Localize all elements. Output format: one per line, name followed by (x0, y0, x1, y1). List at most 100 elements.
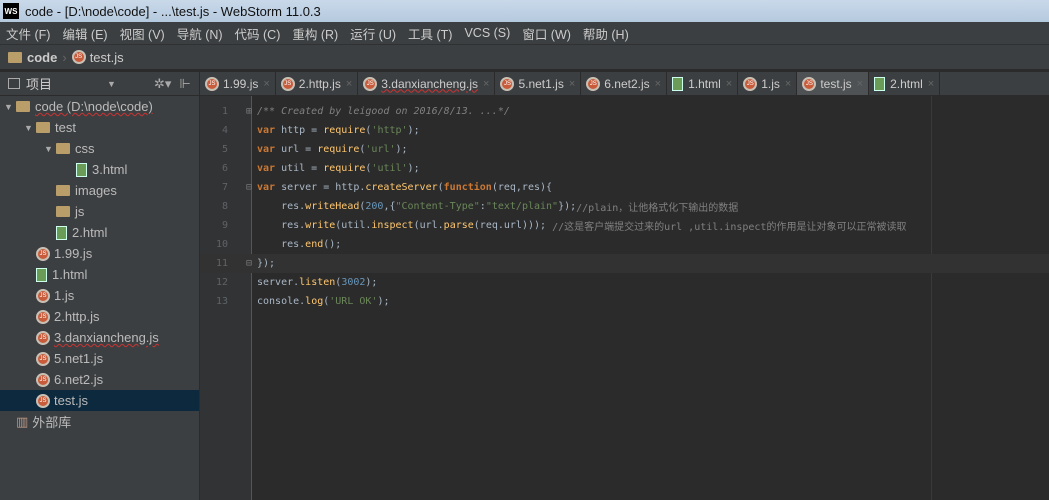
menu-item[interactable]: 重构 (R) (292, 24, 338, 43)
tree-item[interactable]: ▥ 外部库 (0, 411, 199, 432)
tree-item[interactable]: ▼ code (D:\node\code) (0, 96, 199, 117)
close-icon[interactable]: × (569, 78, 575, 90)
code-token: listen (299, 277, 336, 288)
tab-5-net1-js[interactable]: JS 5.net1.js × (495, 72, 582, 95)
breadcrumb-separator-icon: › (62, 49, 67, 65)
title-bar: WS code - [D:\node\code] - ...\test.js -… (0, 0, 1049, 22)
window-title: code - [D:\node\code] - ...\test.js - We… (25, 3, 321, 19)
tree-item[interactable]: JS 3.danxiancheng.js (0, 327, 199, 348)
expand-arrow-icon[interactable]: ▼ (4, 102, 16, 112)
code-token: util = (275, 163, 324, 174)
close-icon[interactable]: × (483, 78, 489, 90)
breadcrumb-file[interactable]: test.js (90, 50, 124, 65)
menu-item[interactable]: 导航 (N) (177, 24, 223, 43)
close-icon[interactable]: × (928, 78, 934, 90)
code-line: 4 var http = require('http'); (200, 121, 1049, 140)
project-view-icon (8, 78, 20, 89)
gear-icon[interactable]: ✲▾ (154, 76, 171, 92)
tree-item[interactable]: 2.html (0, 222, 199, 243)
tab-2-html[interactable]: 2.html × (869, 72, 941, 95)
tree-item[interactable]: JS 1.99.js (0, 243, 199, 264)
tab-1-99-js[interactable]: JS 1.99.js × (200, 72, 276, 95)
code-token: ); (407, 163, 420, 174)
line-number: 10 (215, 239, 228, 250)
code-token: 3002 (341, 277, 366, 288)
tree-item-label: 1.js (54, 288, 75, 303)
tree-item[interactable]: js (0, 201, 199, 222)
tab-test-js[interactable]: JS test.js × (797, 72, 870, 95)
code-line: 1 ⊞/** Created by leigood on 2016/8/13. .… (200, 102, 1049, 121)
fold-icon[interactable]: ⊟ (246, 258, 256, 269)
close-icon[interactable]: × (857, 78, 863, 90)
menu-item[interactable]: 文件 (F) (6, 24, 50, 43)
js-file-icon: JS (363, 76, 378, 91)
menu-item[interactable]: 编辑 (E) (62, 24, 107, 43)
code-token: var (257, 163, 276, 174)
close-icon[interactable]: × (263, 78, 269, 90)
code-token: require (317, 144, 360, 155)
library-icon: ▥ (16, 413, 29, 429)
close-icon[interactable]: × (655, 78, 661, 90)
tree-item-label: images (75, 183, 117, 198)
code-token: write (305, 220, 336, 231)
tab-3-danxiancheng-js[interactable]: JS 3.danxiancheng.js × (358, 72, 496, 95)
tree-item[interactable]: 3.html (0, 159, 199, 180)
line-number: 13 (215, 296, 228, 307)
menu-item[interactable]: 窗口 (W) (522, 24, 571, 43)
code-token: ); (395, 144, 408, 155)
menu-item[interactable]: 代码 (C) (235, 24, 281, 43)
close-icon[interactable]: × (346, 78, 352, 90)
code-token: require (323, 125, 366, 136)
expand-arrow-icon[interactable]: ▼ (24, 123, 36, 133)
tree-item[interactable]: ▼ css (0, 138, 199, 159)
tab-label: 2.http.js (298, 76, 341, 91)
line-number: 6 (221, 163, 228, 174)
tree-item[interactable]: JS 6.net2.js (0, 369, 199, 390)
tree-item[interactable]: JS 1.js (0, 285, 199, 306)
tree-item[interactable]: JS test.js (0, 390, 199, 411)
close-icon[interactable]: × (726, 78, 732, 90)
code-token: (req.url))); (473, 220, 553, 231)
collapse-icon[interactable]: ⊩ (179, 76, 190, 92)
project-view-selector[interactable]: 项目 (26, 74, 52, 93)
tab-2-http-js[interactable]: JS 2.http.js × (276, 72, 359, 95)
code-token: end (305, 239, 324, 250)
line-number: 1 (221, 106, 228, 117)
close-icon[interactable]: × (785, 78, 791, 90)
folder-icon (8, 51, 22, 63)
tab-1-js[interactable]: JS 1.js × (738, 72, 798, 95)
tree-item[interactable]: 1.html (0, 264, 199, 285)
code-token: }); (558, 201, 577, 212)
js-file-icon: JS (36, 330, 50, 345)
code-token: inspect (371, 220, 414, 231)
code-token: createServer (365, 182, 438, 193)
code-token: }); (257, 258, 276, 269)
tree-item[interactable]: images (0, 180, 199, 201)
menu-item[interactable]: VCS (S) (464, 26, 510, 40)
tab-6-net2-js[interactable]: JS 6.net2.js × (581, 72, 668, 95)
js-file-icon: JS (36, 393, 50, 408)
code-line: 8 res. writeHead(200 ,{"Content-Type": "tex… (200, 197, 1049, 216)
expand-arrow-icon[interactable]: ▼ (44, 144, 56, 154)
code-token: ,{ (383, 201, 396, 212)
tab-label: test.js (820, 76, 852, 91)
fold-icon[interactable]: ⊞ (246, 106, 256, 117)
webstorm-logo-icon: WS (3, 3, 19, 19)
menu-item[interactable]: 工具 (T) (408, 24, 452, 43)
tree-item[interactable]: JS 2.http.js (0, 306, 199, 327)
menu-item[interactable]: 视图 (V) (120, 24, 165, 43)
line-number: 4 (221, 125, 228, 136)
menu-item[interactable]: 帮助 (H) (583, 24, 629, 43)
tree-item[interactable]: ▼ test (0, 117, 199, 138)
code-editor[interactable]: 1 ⊞/** Created by leigood on 2016/8/13. .… (200, 96, 1049, 500)
breadcrumb-root[interactable]: code (27, 50, 57, 65)
menu-item[interactable]: 运行 (U) (350, 24, 396, 43)
tree-item[interactable]: JS 5.net1.js (0, 348, 199, 369)
html-file-icon (36, 267, 47, 282)
fold-icon[interactable]: ⊟ (246, 182, 256, 193)
code-token: 'url' (365, 144, 396, 155)
line-number: 8 (221, 201, 228, 212)
chevron-down-icon[interactable]: ▼ (107, 79, 116, 89)
tab-1-html[interactable]: 1.html × (667, 72, 739, 95)
tree-item-label: js (75, 204, 85, 219)
